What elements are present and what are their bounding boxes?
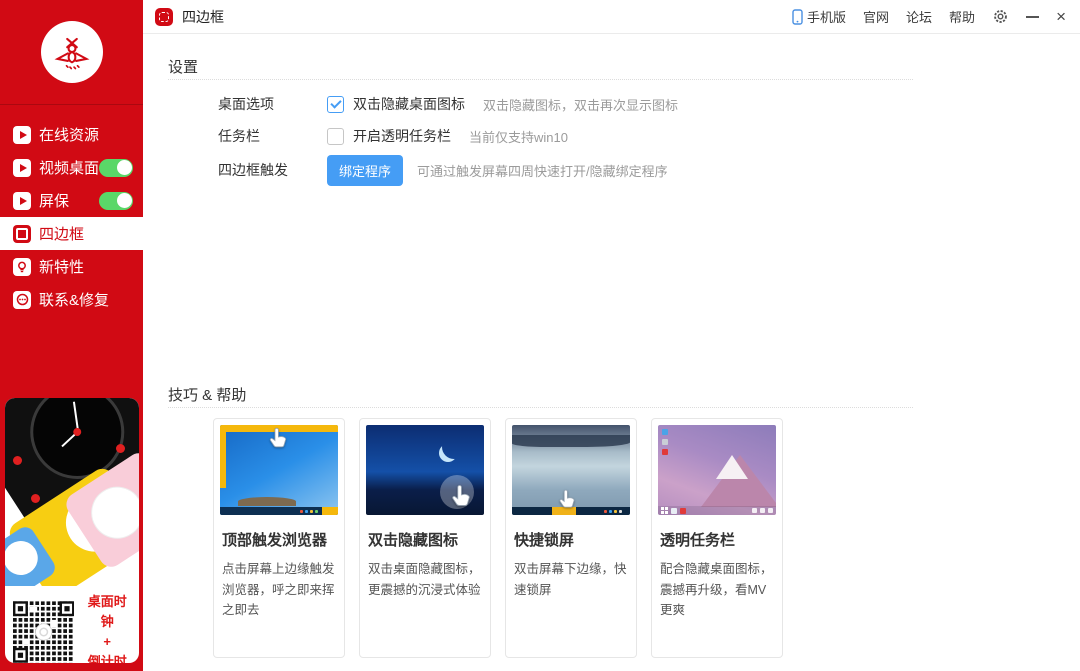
taskbar-decor xyxy=(658,506,776,515)
tip-card-top-browser[interactable]: 顶部触发浏览器 点击屏幕上边缘触发浏览器，呼之即来挥之即去 xyxy=(213,418,345,658)
sidebar-item-label: 四边框 xyxy=(39,223,84,244)
sidebar-item-contact-repair[interactable]: 联系&修复 xyxy=(0,283,143,316)
dot-decor xyxy=(116,444,125,453)
sidebar-item-online-resources[interactable]: 在线资源 xyxy=(0,118,143,151)
promo-plus: + xyxy=(81,632,133,652)
tip-thumbnail xyxy=(366,425,484,515)
mobile-version-link[interactable]: 手机版 xyxy=(792,7,846,26)
titlebar-actions: 手机版 官网 论坛 帮助 × xyxy=(792,7,1066,26)
setting-row-desktop-options: 桌面选项 双击隐藏桌面图标 双击隐藏图标，双击再次显示图标 xyxy=(218,92,678,116)
toggle-screensaver[interactable] xyxy=(99,192,133,210)
bind-program-button[interactable]: 绑定程序 xyxy=(327,155,403,186)
tip-title: 透明任务栏 xyxy=(660,529,774,550)
tip-thumbnail xyxy=(512,425,630,515)
tip-title: 双击隐藏图标 xyxy=(368,529,482,550)
promo-clocks-image xyxy=(5,398,139,586)
qr-code xyxy=(13,601,74,663)
sidebar-nav: 在线资源 视频桌面 屏保 四边框 新特性 xyxy=(0,118,143,316)
row-hint: 可通过触发屏幕四周快速打开/隐藏绑定程序 xyxy=(417,161,668,180)
sidebar-item-label: 在线资源 xyxy=(39,124,99,145)
help-link[interactable]: 帮助 xyxy=(949,7,975,26)
checkbox-label[interactable]: 开启透明任务栏 xyxy=(353,126,451,146)
setting-row-taskbar: 任务栏 开启透明任务栏 当前仅支持win10 xyxy=(218,124,568,148)
phone-icon xyxy=(792,9,803,25)
promo-line2: 倒计时 xyxy=(81,652,133,663)
play-icon xyxy=(13,192,31,210)
app-icon xyxy=(155,8,173,26)
promo-banner[interactable]: 桌面时钟 + 倒计时 xyxy=(5,398,139,663)
divider xyxy=(168,407,913,408)
divider xyxy=(168,79,913,80)
tip-thumbnail xyxy=(220,425,338,515)
frame-icon xyxy=(13,225,31,243)
toggle-video-desktop[interactable] xyxy=(99,159,133,177)
close-button[interactable]: × xyxy=(1056,8,1066,25)
sidebar-item-screensaver[interactable]: 屏保 xyxy=(0,184,143,217)
logo-area xyxy=(0,0,143,105)
tip-card-quick-lock[interactable]: 快捷锁屏 双击屏幕下边缘，快速锁屏 xyxy=(505,418,637,658)
setting-row-edge-trigger: 四边框触发 绑定程序 可通过触发屏幕四周快速打开/隐藏绑定程序 xyxy=(218,158,668,182)
hand-cursor-icon xyxy=(448,483,474,511)
row-label: 任务栏 xyxy=(218,126,327,146)
mobile-version-label: 手机版 xyxy=(807,7,846,26)
titlebar: 四边框 手机版 官网 论坛 帮助 × xyxy=(143,0,1080,34)
sidebar-item-label: 新特性 xyxy=(39,256,84,277)
checkbox-label[interactable]: 双击隐藏桌面图标 xyxy=(353,94,465,114)
windows-logo-icon xyxy=(661,507,668,514)
sidebar-item-edge-frame[interactable]: 四边框 xyxy=(0,217,143,250)
tips-heading: 技巧 & 帮助 xyxy=(168,384,246,405)
tip-card-transparent-taskbar[interactable]: 透明任务栏 配合隐藏桌面图标，震撼再升级，看MV更爽 xyxy=(651,418,783,658)
sidebar-item-label: 视频桌面 xyxy=(39,157,99,178)
tip-card-double-click-hide[interactable]: 双击隐藏图标 双击桌面隐藏图标，更震撼的沉浸式体验 xyxy=(359,418,491,658)
tip-title: 快捷锁屏 xyxy=(514,529,628,550)
checkbox-hide-desktop-icons[interactable] xyxy=(327,96,344,113)
promo-qr-section: 桌面时钟 + 倒计时 xyxy=(5,586,139,663)
tip-title: 顶部触发浏览器 xyxy=(222,529,336,550)
tip-description: 点击屏幕上边缘触发浏览器，呼之即来挥之即去 xyxy=(222,559,336,621)
row-label: 桌面选项 xyxy=(218,94,327,114)
sidebar: 在线资源 视频桌面 屏保 四边框 新特性 xyxy=(0,0,143,671)
main-panel: 四边框 手机版 官网 论坛 帮助 × xyxy=(143,0,1080,671)
firefly-logo-icon xyxy=(50,30,94,74)
app-logo xyxy=(41,21,103,83)
settings-heading: 设置 xyxy=(168,56,198,77)
play-icon xyxy=(13,159,31,177)
bulb-icon xyxy=(13,258,31,276)
minimize-button[interactable] xyxy=(1026,16,1039,18)
hand-cursor-icon xyxy=(556,488,578,512)
dot-decor xyxy=(13,456,22,465)
tip-description: 双击屏幕下边缘，快速锁屏 xyxy=(514,559,628,600)
tip-description: 配合隐藏桌面图标，震撼再升级，看MV更爽 xyxy=(660,559,774,621)
sidebar-item-video-desktop[interactable]: 视频桌面 xyxy=(0,151,143,184)
row-hint: 双击隐藏图标，双击再次显示图标 xyxy=(483,95,678,114)
tip-thumbnail xyxy=(658,425,776,515)
tips-cards: 顶部触发浏览器 点击屏幕上边缘触发浏览器，呼之即来挥之即去 双击隐藏图标 双击桌… xyxy=(213,418,783,658)
app-window: 在线资源 视频桌面 屏保 四边框 新特性 xyxy=(0,0,1080,671)
gear-icon[interactable] xyxy=(992,8,1009,25)
tip-description: 双击桌面隐藏图标，更震撼的沉浸式体验 xyxy=(368,559,482,600)
page-title: 四边框 xyxy=(182,7,224,27)
play-icon xyxy=(13,126,31,144)
sidebar-item-label: 联系&修复 xyxy=(39,289,109,310)
forum-link[interactable]: 论坛 xyxy=(906,7,932,26)
promo-caption: 桌面时钟 + 倒计时 xyxy=(81,592,133,663)
row-label: 四边框触发 xyxy=(218,160,327,180)
sidebar-item-new-features[interactable]: 新特性 xyxy=(0,250,143,283)
dot-decor xyxy=(31,494,40,503)
checkbox-transparent-taskbar[interactable] xyxy=(327,128,344,145)
hand-cursor-icon xyxy=(266,426,290,452)
official-site-link[interactable]: 官网 xyxy=(863,7,889,26)
sidebar-item-label: 屏保 xyxy=(39,190,69,211)
row-hint: 当前仅支持win10 xyxy=(469,127,568,146)
chat-icon xyxy=(13,291,31,309)
promo-line1: 桌面时钟 xyxy=(81,592,133,632)
